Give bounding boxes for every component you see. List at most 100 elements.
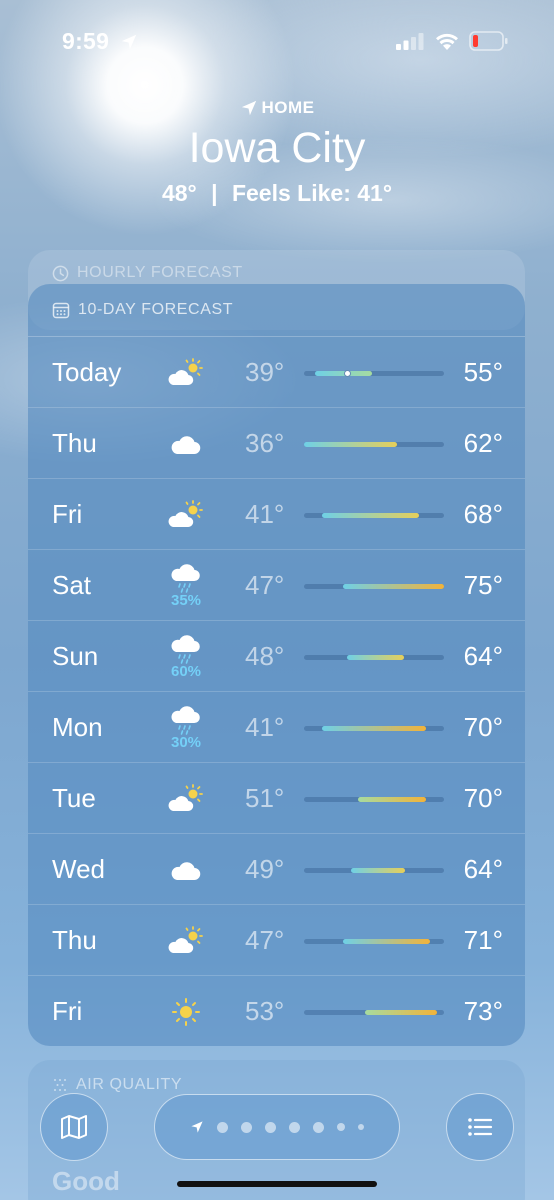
current-conditions: 48° | Feels Like: 41° [0, 180, 554, 207]
page-dot[interactable] [289, 1121, 300, 1133]
forecast-row[interactable]: Sun 60% 48° 64° [28, 620, 525, 691]
forecast-condition [160, 976, 212, 1047]
air-quality-icon [54, 1079, 66, 1091]
air-quality-label: AIR QUALITY [76, 1076, 183, 1093]
location-arrow-icon [241, 100, 256, 116]
current-location-arrow-icon [191, 1121, 203, 1133]
partly-cloudy-icon [168, 925, 203, 953]
high-temp: 68° [463, 499, 503, 529]
page-dot[interactable] [313, 1121, 324, 1133]
forecast-day: Fri [52, 996, 83, 1026]
low-temp: 51° [245, 783, 285, 813]
forecast-day: Mon [52, 712, 103, 742]
high-temp: 73° [463, 996, 503, 1026]
high-temp: 70° [463, 712, 503, 742]
ten-day-forecast-card[interactable]: 10-DAY FORECAST Today 39° 55° Thu 36° 62° Fri 4… [28, 284, 525, 1046]
page-dot[interactable] [241, 1121, 252, 1133]
page-dot[interactable] [358, 1124, 364, 1130]
status-time: 9:59 [62, 28, 110, 54]
precip-chance: 30% [170, 734, 202, 751]
low-temp: 47° [245, 570, 285, 600]
temp-range-track [304, 513, 444, 518]
map-button[interactable] [40, 1093, 108, 1161]
forecast-condition: 60% [160, 621, 212, 692]
high-temp: 62° [463, 428, 503, 458]
rain-icon [171, 564, 200, 593]
temp-range-bar [321, 513, 419, 518]
partly-cloudy-icon [168, 499, 203, 527]
forecast-condition: 30% [160, 692, 212, 763]
location-label: HOME [0, 98, 554, 118]
temp-range-track [304, 370, 444, 377]
high-temp: 64° [463, 854, 503, 884]
temp-range-track [304, 1010, 444, 1015]
cloud-icon [171, 435, 201, 454]
forecast-row[interactable]: Mon 30% 41° 70° [28, 691, 525, 762]
city-name: Iowa City [188, 124, 366, 172]
temp-separator: | [211, 180, 218, 206]
forecast-condition [160, 337, 212, 408]
status-bar: 9:59 [0, 0, 554, 80]
hourly-forecast-label: HOURLY FORECAST [77, 264, 243, 281]
wifi-icon [436, 33, 458, 50]
temp-range-track [304, 442, 444, 447]
forecast-row[interactable]: Wed 49° 64° [28, 833, 525, 904]
forecast-day: Thu [52, 428, 97, 458]
forecast-row[interactable]: Sat 35% 47° 75° [28, 549, 525, 620]
page-dot[interactable] [217, 1121, 228, 1133]
temp-range-track [304, 868, 444, 873]
forecast-row[interactable]: Fri 53° 73° [28, 975, 525, 1046]
high-temp: 55° [463, 357, 503, 387]
low-temp: 48° [245, 641, 285, 671]
forecast-day: Fri [52, 499, 83, 529]
forecast-condition [160, 905, 212, 976]
high-temp: 71° [463, 925, 503, 955]
temp-range-bar [321, 726, 427, 731]
forecast-condition [160, 763, 212, 834]
temp-range-bar [365, 1010, 437, 1015]
sun-icon [172, 997, 200, 1026]
feels-like: Feels Like: 41° [231, 180, 393, 206]
forecast-day: Tue [52, 783, 96, 813]
temp-range-bar [343, 939, 430, 944]
high-temp: 64° [463, 641, 503, 671]
high-temp: 70° [463, 783, 503, 813]
forecast-rows: Today 39° 55° Thu 36° 62° Fri 41° 68° Sat 35% 47° 75… [28, 336, 525, 1046]
page-dot[interactable] [265, 1121, 276, 1133]
current-temp: 48° [161, 180, 197, 206]
battery-icon [469, 31, 508, 51]
forecast-row[interactable]: Fri 41° 68° [28, 478, 525, 549]
location-header: HOME Iowa City 48° | Feels Like: 41° [0, 98, 554, 207]
locations-list-button[interactable] [446, 1093, 514, 1161]
temp-range-track [304, 797, 444, 802]
clock-icon [52, 265, 69, 281]
forecast-row[interactable]: Thu 47° 71° [28, 904, 525, 975]
forecast-day: Wed [52, 854, 105, 884]
page-dot[interactable] [337, 1123, 345, 1131]
low-temp: 41° [245, 712, 285, 742]
low-temp: 36° [245, 428, 285, 458]
temp-range-bar [304, 442, 398, 447]
cellular-signal-icon [396, 33, 424, 50]
low-temp: 53° [245, 996, 285, 1026]
forecast-row[interactable]: Today 39° 55° [28, 336, 525, 407]
hourly-forecast-title: HOURLY FORECAST [52, 264, 243, 282]
location-label-text: HOME [261, 98, 315, 117]
temp-range-bar [350, 868, 405, 873]
home-indicator[interactable] [177, 1181, 377, 1187]
list-icon [468, 1118, 493, 1136]
low-temp: 49° [245, 854, 285, 884]
location-page-indicator[interactable] [154, 1094, 400, 1160]
precip-chance: 35% [170, 592, 202, 609]
temp-range-bar [347, 655, 405, 660]
forecast-condition [160, 834, 212, 905]
temp-range-track [304, 584, 444, 589]
map-icon [61, 1115, 87, 1139]
forecast-condition [160, 408, 212, 479]
forecast-row[interactable]: Thu 36° 62° [28, 407, 525, 478]
forecast-day: Sun [52, 641, 99, 671]
forecast-row[interactable]: Tue 51° 70° [28, 762, 525, 833]
temp-range-bar [343, 584, 444, 589]
low-temp: 39° [245, 357, 285, 387]
forecast-condition: 35% [160, 550, 212, 621]
